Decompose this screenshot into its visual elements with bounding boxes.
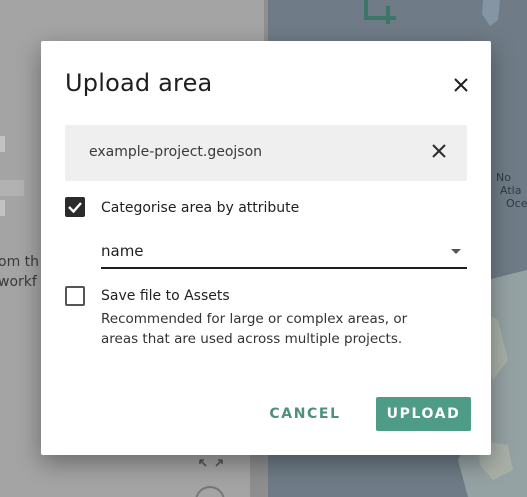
remove-file-button[interactable] — [425, 139, 453, 167]
expand-icon[interactable] — [198, 458, 224, 472]
sidebar-text: om th — [0, 254, 40, 270]
sidebar-chip — [0, 180, 24, 196]
panel-edge — [250, 455, 264, 497]
upload-area-dialog: Upload area example-project.geojson Cate… — [41, 41, 491, 455]
save-to-assets-checkbox[interactable] — [65, 286, 85, 306]
selected-file: example-project.geojson — [65, 125, 467, 181]
sidebar-marker — [0, 136, 5, 152]
dialog-title: Upload area — [65, 69, 213, 97]
save-to-assets-label: Save file to Assets — [101, 288, 230, 304]
close-icon — [431, 143, 447, 163]
upload-button[interactable]: UPLOAD — [376, 397, 471, 431]
sidebar-marker — [0, 200, 5, 216]
cancel-button[interactable]: CANCEL — [263, 397, 347, 431]
map-label: No — [496, 171, 511, 184]
categorise-label: Categorise area by attribute — [101, 200, 300, 216]
checkmark-icon — [65, 202, 85, 221]
logo-icon — [362, 0, 398, 28]
save-to-assets-help: Recommended for large or complex areas, … — [101, 311, 408, 347]
dropdown-arrow-icon — [451, 249, 461, 254]
categorise-checkbox[interactable] — [65, 197, 85, 217]
attribute-select-value: name — [101, 242, 144, 260]
close-icon — [453, 77, 469, 97]
zoom-control[interactable] — [195, 486, 225, 497]
sidebar-text: workf — [0, 274, 37, 290]
close-button[interactable] — [447, 73, 475, 101]
file-name: example-project.geojson — [89, 144, 263, 160]
map-label: Atla — [500, 184, 522, 197]
map-label: Oce — [506, 197, 527, 210]
attribute-select[interactable]: name — [101, 239, 467, 269]
